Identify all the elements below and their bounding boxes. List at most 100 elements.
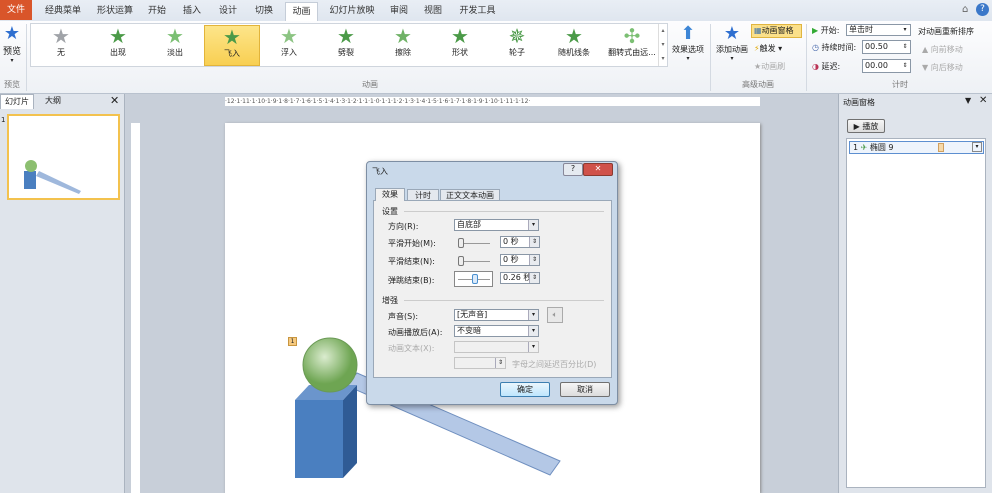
after-animation-label: 动画播放后(A): bbox=[388, 328, 443, 337]
group-label-timing: 计时 bbox=[892, 80, 908, 89]
ok-button[interactable]: 确定 bbox=[500, 382, 550, 397]
animation-painter-button[interactable]: ★动画刷 bbox=[754, 61, 785, 72]
cube-side bbox=[343, 385, 357, 478]
add-animation-button[interactable]: ★ 添加动画 ▾ bbox=[713, 23, 751, 62]
dialog-close-button[interactable]: ✕ bbox=[583, 163, 613, 176]
gallery-item-fade[interactable]: ★ 淡出 bbox=[147, 25, 203, 66]
vertical-ruler bbox=[131, 123, 140, 493]
animation-list: 1 ✈ 椭圆 9 ▾ bbox=[846, 138, 986, 488]
gallery-item-random-bars[interactable]: ★ 随机线条 bbox=[546, 25, 602, 66]
help-icon[interactable]: ? bbox=[976, 3, 989, 16]
play-button[interactable]: ▶ 播放 bbox=[847, 119, 885, 133]
gallery-label: 形状 bbox=[452, 48, 468, 57]
star-icon: ★ bbox=[109, 24, 127, 48]
bounce-end-label: 弹跳结束(B): bbox=[388, 276, 435, 285]
start-select[interactable]: 单击时 ▾ bbox=[846, 24, 911, 36]
gallery-label: 飞入 bbox=[224, 49, 240, 58]
tab-insert[interactable]: 插入 bbox=[177, 2, 207, 21]
clock-icon: ◷ bbox=[812, 43, 819, 52]
direction-value: 自底部 bbox=[457, 220, 481, 229]
ball-shape bbox=[302, 337, 358, 393]
direction-select[interactable]: 自底部 ▾ bbox=[454, 219, 539, 231]
group-label-advanced: 高级动画 bbox=[742, 80, 774, 89]
delay-row: ◑ 延迟: bbox=[812, 61, 840, 72]
sound-select[interactable]: [无声音] ▾ bbox=[454, 309, 539, 321]
minimize-ribbon-icon[interactable]: ⌂ bbox=[962, 4, 968, 15]
tab-view[interactable]: 视图 bbox=[418, 2, 448, 21]
gallery-item-wheel[interactable]: ✵ 轮子 bbox=[489, 25, 545, 66]
gallery-scroll[interactable]: ▴ ▾ ▾ bbox=[658, 24, 667, 66]
preview-star-icon: ★ bbox=[3, 23, 21, 44]
move-later-button[interactable]: ▼ 向后移动 bbox=[922, 62, 963, 73]
tab-review[interactable]: 审阅 bbox=[384, 2, 414, 21]
pane-icon: ▦ bbox=[754, 26, 762, 35]
fly-in-icon: ✈ bbox=[860, 143, 868, 152]
duration-input[interactable]: 00.50 ⇕ bbox=[862, 40, 911, 54]
smooth-start-slider[interactable] bbox=[458, 238, 490, 248]
after-animation-select[interactable]: 不变暗 ▾ bbox=[454, 325, 539, 337]
gallery-label: 翻转式由远... bbox=[608, 48, 656, 57]
tab-design[interactable]: 设计 bbox=[213, 2, 243, 21]
gallery-item-appear[interactable]: ★ 出现 bbox=[90, 25, 146, 66]
duration-value: 00.50 bbox=[865, 42, 888, 51]
pane-menu-icon[interactable]: ▼ bbox=[965, 96, 971, 105]
close-icon[interactable]: ✕ bbox=[110, 94, 119, 107]
thumbnail-image bbox=[24, 160, 81, 194]
gallery-item-wipe[interactable]: ★ 擦除 bbox=[375, 25, 431, 66]
smooth-end-slider[interactable] bbox=[458, 256, 490, 266]
preview-button[interactable]: ★ 预览 ▾ bbox=[0, 23, 24, 64]
bounce-end-slider[interactable] bbox=[454, 271, 493, 287]
gallery-label: 浮入 bbox=[281, 48, 297, 57]
gallery-item-split[interactable]: ★ 劈裂 bbox=[318, 25, 374, 66]
gallery-item-fly-in[interactable]: ★ 飞入 bbox=[204, 25, 260, 66]
star-icon: ★ bbox=[394, 24, 412, 48]
effect-options-button[interactable]: ⬆ 效果选项 ▾ bbox=[670, 23, 706, 62]
tab-classic-menu[interactable]: 经典菜单 bbox=[38, 2, 88, 21]
slide-thumbnail[interactable] bbox=[7, 114, 120, 200]
star-icon: ★ bbox=[280, 24, 298, 48]
tab-file[interactable]: 文件 bbox=[0, 0, 32, 20]
star-icon: ✣ bbox=[623, 24, 641, 48]
delay-input[interactable]: 00.00 ⇕ bbox=[862, 59, 911, 73]
item-name: 椭圆 9 bbox=[869, 143, 894, 152]
tab-slides[interactable]: 幻灯片 bbox=[0, 94, 34, 109]
cancel-button[interactable]: 取消 bbox=[560, 382, 610, 397]
gallery-item-float-in[interactable]: ★ 浮入 bbox=[261, 25, 317, 66]
fly-in-dialog: 飞入 ? ✕ 效果 计时 正文文本动画 设置 方向(R): 自底部 ▾ 平滑开始(… bbox=[366, 161, 618, 405]
tab-home[interactable]: 开始 bbox=[142, 2, 172, 21]
gallery-item-shape[interactable]: ★ 形状 bbox=[432, 25, 488, 66]
smooth-end-input[interactable]: 0 秒 ⇕ bbox=[500, 254, 540, 266]
star-icon: ✵ bbox=[508, 24, 526, 48]
gallery-label: 淡出 bbox=[167, 48, 183, 57]
tab-developer[interactable]: 开发工具 bbox=[455, 2, 500, 21]
bounce-end-input[interactable]: 0.26 秒 ⇕ bbox=[500, 272, 540, 284]
reorder-label: 对动画重新排序 bbox=[918, 27, 974, 36]
smooth-start-input[interactable]: 0 秒 ⇕ bbox=[500, 236, 540, 248]
star-icon: ★ bbox=[223, 25, 241, 49]
direction-label: 方向(R): bbox=[388, 222, 419, 231]
gallery-item-grow-turn[interactable]: ✣ 翻转式由远... bbox=[603, 25, 661, 66]
tab-shape-ops[interactable]: 形状运算 bbox=[90, 2, 140, 21]
group-label-preview: 预览 bbox=[4, 80, 20, 89]
help-button[interactable]: ? bbox=[563, 163, 583, 176]
letter-delay-input[interactable]: ⇕ bbox=[454, 357, 506, 369]
item-dropdown[interactable]: ▾ bbox=[972, 142, 982, 152]
tab-slideshow[interactable]: 幻灯片放映 bbox=[324, 2, 380, 21]
tab-transitions[interactable]: 切换 bbox=[249, 2, 279, 21]
animation-list-item[interactable]: 1 ✈ 椭圆 9 ▾ bbox=[849, 141, 984, 154]
tab-animations[interactable]: 动画 bbox=[285, 2, 318, 21]
animate-text-select[interactable]: ▾ bbox=[454, 341, 539, 353]
animation-pane-label: 动画窗格 bbox=[761, 26, 794, 35]
move-earlier-button[interactable]: ▲ 向前移动 bbox=[922, 44, 963, 55]
bounce-end-value: 0.26 秒 bbox=[503, 273, 532, 282]
trigger-button[interactable]: ⚡触发 ▾ bbox=[754, 43, 782, 54]
star-icon: ★ bbox=[565, 24, 583, 48]
animation-pane: 动画窗格 ▼ ✕ ▶ 播放 1 ✈ 椭圆 9 ▾ bbox=[838, 94, 992, 493]
speaker-icon[interactable]: 🔈︎ bbox=[547, 307, 563, 323]
group-label-animation: 动画 bbox=[362, 80, 378, 89]
pane-close-icon[interactable]: ✕ bbox=[979, 95, 987, 106]
gallery-item-none[interactable]: ★ 无 bbox=[33, 25, 89, 66]
tab-outline[interactable]: 大纲 bbox=[36, 94, 70, 109]
animation-pane-button[interactable]: ▦动画窗格 bbox=[751, 24, 802, 38]
tab-effect[interactable]: 效果 bbox=[375, 188, 405, 201]
